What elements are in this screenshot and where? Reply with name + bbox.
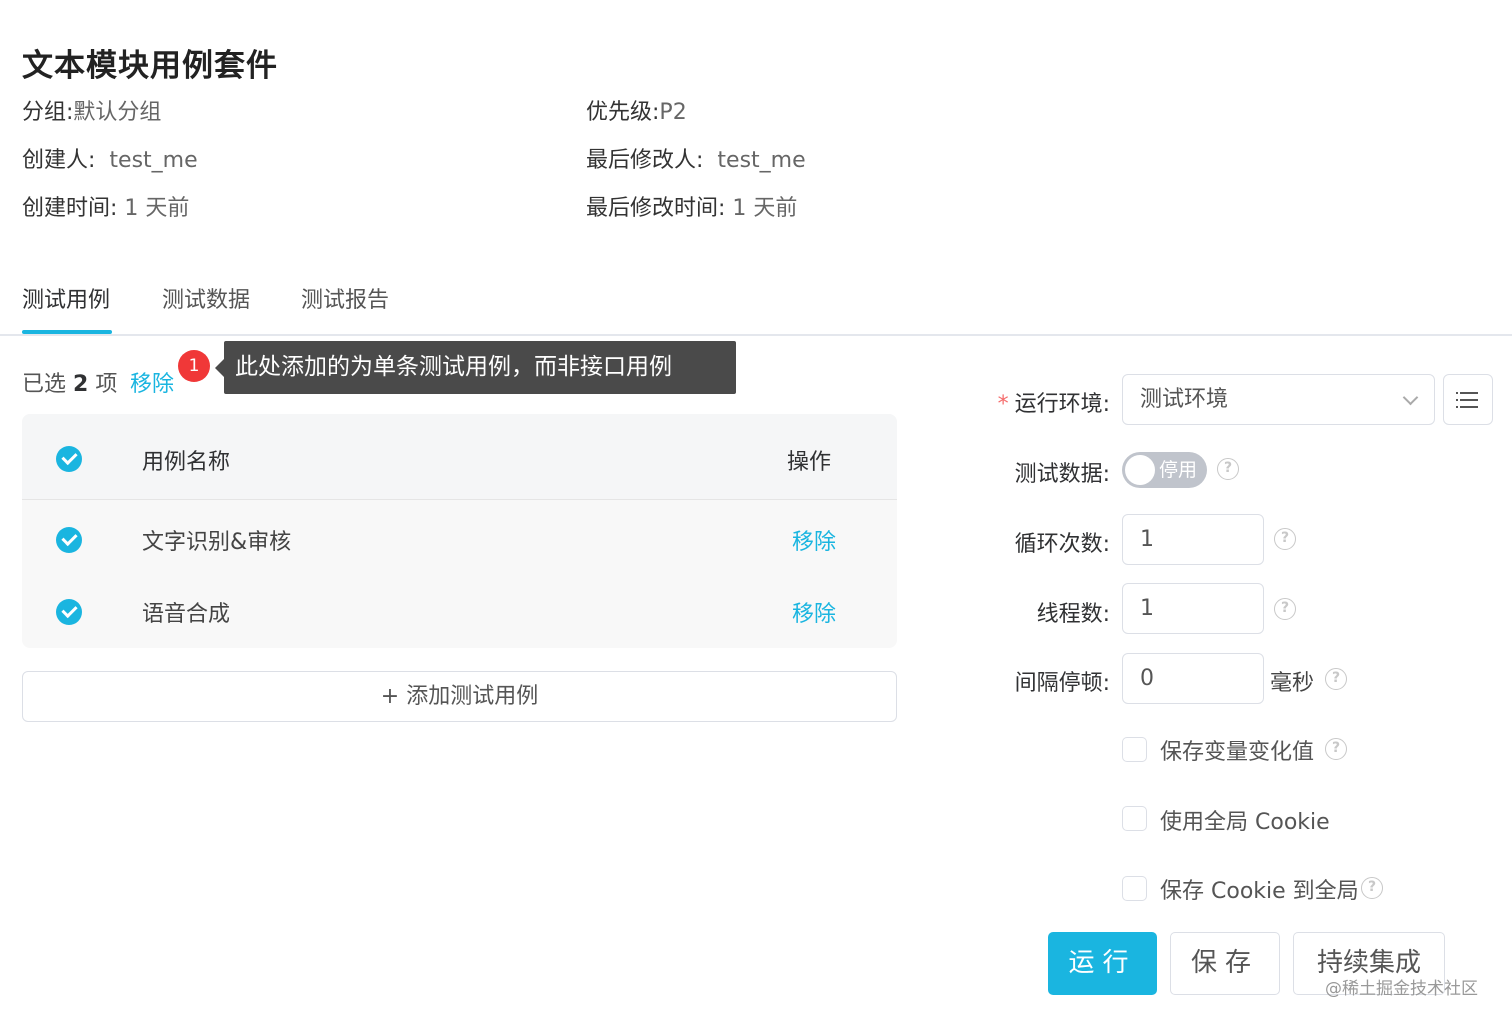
- row-checkbox[interactable]: [56, 599, 82, 625]
- creator-label: 创建人:: [22, 148, 96, 173]
- selection-count: 已选 2 项: [22, 366, 117, 398]
- testdata-switch[interactable]: 停用: [1122, 452, 1207, 488]
- modifier-label: 最后修改人:: [586, 148, 704, 173]
- save-vars-checkbox[interactable]: [1122, 737, 1147, 762]
- modified-label: 最后修改时间:: [586, 196, 726, 221]
- selection-number: 2: [73, 372, 89, 397]
- testdata-label: 测试数据:: [1014, 462, 1110, 487]
- test-case-table: 用例名称 操作 文字识别&审核 移除 语音合成 移除: [22, 414, 897, 648]
- remove-selected-link[interactable]: 移除: [130, 366, 174, 398]
- group-label: 分组:: [22, 100, 74, 125]
- list-icon-line: [1456, 406, 1478, 408]
- threads-label: 线程数:: [1036, 602, 1110, 627]
- help-icon[interactable]: ?: [1274, 528, 1296, 550]
- select-all-checkbox[interactable]: [56, 446, 82, 472]
- list-icon: [1456, 392, 1478, 394]
- group-meta: 分组:默认分组: [22, 94, 161, 126]
- creator-meta: 创建人: test_me: [22, 142, 198, 174]
- annotation-badge: 1: [178, 350, 210, 382]
- created-label: 创建时间:: [22, 196, 118, 221]
- active-tab-indicator: [22, 330, 112, 334]
- loops-label: 循环次数:: [1014, 532, 1110, 557]
- row-checkbox[interactable]: [56, 527, 82, 553]
- env-list-button[interactable]: [1443, 374, 1493, 425]
- header-case-name: 用例名称: [142, 450, 231, 475]
- env-label: * 运行环境:: [980, 386, 1110, 418]
- env-label-text: 运行环境:: [1014, 392, 1110, 417]
- add-test-case-button[interactable]: + 添加测试用例: [22, 671, 897, 722]
- created-meta: 创建时间: 1 天前: [22, 190, 189, 222]
- creator-value: test_me: [109, 148, 198, 173]
- run-button[interactable]: 运行: [1048, 932, 1157, 995]
- save-cookie-label: 保存 Cookie 到全局: [1160, 879, 1359, 904]
- interval-label: 间隔停顿:: [1014, 671, 1110, 696]
- modified-meta: 最后修改时间: 1 天前: [586, 190, 797, 222]
- required-mark: *: [997, 392, 1009, 417]
- loops-input[interactable]: 1: [1122, 514, 1264, 565]
- row-remove-link[interactable]: 移除: [792, 596, 836, 628]
- tab-test-data[interactable]: 测试数据: [162, 282, 250, 314]
- header-operation: 操作: [787, 450, 832, 475]
- tab-bar: 测试用例 测试数据 测试报告: [0, 262, 1512, 336]
- env-select-value: 测试环境: [1140, 387, 1229, 412]
- tab-test-cases[interactable]: 测试用例: [22, 282, 110, 314]
- switch-knob: [1125, 455, 1155, 485]
- chevron-down-icon: [1402, 389, 1419, 406]
- env-select[interactable]: 测试环境: [1122, 374, 1435, 425]
- list-icon-line: [1456, 399, 1478, 401]
- selection-suffix: 项: [95, 372, 118, 397]
- global-cookie-checkbox[interactable]: [1122, 806, 1147, 831]
- row-remove-link[interactable]: 移除: [792, 524, 836, 556]
- modifier-value: test_me: [717, 148, 806, 173]
- help-icon[interactable]: ?: [1325, 668, 1347, 690]
- row-case-name: 文字识别&审核: [142, 530, 292, 555]
- priority-meta: 优先级:P2: [586, 94, 687, 126]
- help-icon[interactable]: ?: [1361, 877, 1383, 899]
- threads-input[interactable]: 1: [1122, 583, 1264, 634]
- selection-prefix: 已选: [22, 372, 67, 397]
- page-title: 文本模块用例套件: [22, 48, 278, 84]
- group-value: 默认分组: [73, 100, 162, 125]
- save-vars-label: 保存变量变化值: [1160, 740, 1315, 765]
- modifier-meta: 最后修改人: test_me: [586, 142, 806, 174]
- interval-input[interactable]: 0: [1122, 653, 1264, 704]
- annotation-tooltip: 此处添加的为单条测试用例，而非接口用例: [215, 341, 736, 394]
- save-button[interactable]: 保存: [1170, 932, 1280, 995]
- tab-test-report[interactable]: 测试报告: [301, 282, 389, 314]
- table-header: 用例名称 操作: [22, 414, 897, 500]
- priority-value: P2: [659, 100, 687, 125]
- help-icon[interactable]: ?: [1274, 598, 1296, 620]
- save-cookie-checkbox[interactable]: [1122, 876, 1147, 901]
- priority-label: 优先级:: [586, 100, 660, 125]
- interval-unit: 毫秒: [1270, 671, 1315, 696]
- help-icon[interactable]: ?: [1217, 458, 1239, 480]
- modified-value: 1 天前: [732, 196, 798, 221]
- help-icon[interactable]: ?: [1325, 738, 1347, 760]
- table-row: 语音合成 移除: [22, 576, 897, 648]
- switch-text: 停用: [1159, 459, 1198, 481]
- table-row: 文字识别&审核 移除: [22, 504, 897, 576]
- global-cookie-label: 使用全局 Cookie: [1160, 810, 1330, 835]
- watermark: @稀土掘金技术社区: [1325, 979, 1478, 999]
- created-value: 1 天前: [124, 196, 190, 221]
- row-case-name: 语音合成: [142, 602, 231, 627]
